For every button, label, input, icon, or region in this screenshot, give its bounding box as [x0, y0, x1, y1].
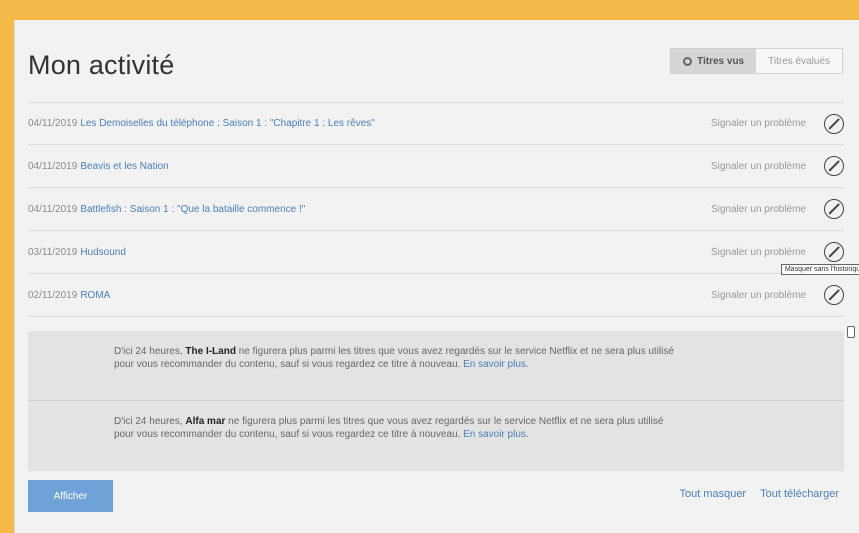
report-problem-link[interactable]: Signaler un problème: [711, 161, 806, 172]
item-date: 04/11/2019: [28, 203, 78, 215]
tab-rated[interactable]: Titres évalués: [756, 49, 842, 73]
hide-icon[interactable]: [824, 156, 844, 176]
notice-prefix: D'ici 24 heures,: [114, 346, 186, 357]
item-date: 04/11/2019: [28, 160, 78, 172]
hide-icon[interactable]: [824, 285, 844, 305]
list-item: 04/11/2019 Battlefish : Saison 1 : "Que …: [28, 188, 844, 231]
notice-title: Alfa mar: [185, 416, 226, 427]
tab-rated-label: Titres évalués: [768, 55, 830, 67]
report-problem-link[interactable]: Signaler un problème: [711, 204, 806, 215]
hidden-notices: D'ici 24 heures, The I-Land ne figurera …: [28, 331, 844, 471]
item-date: 04/11/2019: [28, 118, 78, 129]
hide-all-link[interactable]: Tout masquer: [679, 488, 746, 500]
item-title-link[interactable]: Beavis et les Nation: [80, 161, 168, 172]
item-title-link[interactable]: Hudsound: [80, 247, 126, 258]
report-problem-link[interactable]: Signaler un problème: [711, 247, 806, 258]
hide-icon[interactable]: [824, 242, 844, 262]
list-item: 03/11/2019 Hudsound Signaler un problème…: [28, 231, 859, 275]
list-item: 04/11/2019 Beavis et les Nation Signaler…: [28, 145, 844, 188]
footer-actions: Tout masquer Tout télécharger: [679, 488, 839, 500]
learn-more-link[interactable]: En savoir plus.: [463, 429, 529, 440]
hidden-notice: D'ici 24 heures, The I-Land ne figurera …: [28, 331, 844, 401]
hidden-notice: D'ici 24 heures, Alfa mar ne figurera pl…: [28, 401, 844, 471]
item-title-link[interactable]: Battlefish : Saison 1 : "Que la bataille…: [80, 204, 305, 215]
item-title-link[interactable]: ROMA: [80, 290, 110, 301]
list-item: 04/11/2019 Les Demoiselles du téléphone …: [28, 102, 844, 145]
watched-icon: [683, 56, 693, 66]
item-date: 02/11/2019: [28, 289, 78, 301]
notice-text: D'ici 24 heures, The I-Land ne figurera …: [114, 345, 674, 371]
item-date: 03/11/2019: [28, 246, 78, 258]
view-toggle: Titres vus Titres évalués: [670, 48, 843, 74]
notice-title: The I-Land: [185, 346, 236, 357]
notice-prefix: D'ici 24 heures,: [114, 416, 186, 427]
mouse-cursor: [847, 326, 855, 338]
page-title: Mon activité: [28, 50, 175, 80]
download-all-link[interactable]: Tout télécharger: [760, 488, 839, 500]
notice-text: D'ici 24 heures, Alfa mar ne figurera pl…: [114, 415, 674, 441]
hide-icon[interactable]: [824, 113, 844, 134]
hide-icon[interactable]: [824, 199, 844, 219]
tab-watched-label: Titres vus: [697, 55, 745, 67]
activity-list: 04/11/2019 Les Demoiselles du téléphone …: [28, 102, 859, 317]
report-problem-link[interactable]: Signaler un problème: [711, 290, 806, 301]
tab-watched[interactable]: Titres vus: [671, 49, 757, 73]
report-problem-link[interactable]: Signaler un problème: [711, 118, 806, 129]
hide-tooltip: Masquer sans l'historique: [780, 264, 859, 275]
learn-more-link[interactable]: En savoir plus.: [463, 359, 529, 370]
item-title-link[interactable]: Les Demoiselles du téléphone : Saison 1 …: [80, 118, 375, 129]
show-more-button[interactable]: Afficher: [28, 480, 113, 512]
list-item: 02/11/2019 ROMA Signaler un problème: [28, 274, 844, 317]
activity-panel: Mon activité Titres vus Titres évalués 0…: [14, 20, 859, 533]
